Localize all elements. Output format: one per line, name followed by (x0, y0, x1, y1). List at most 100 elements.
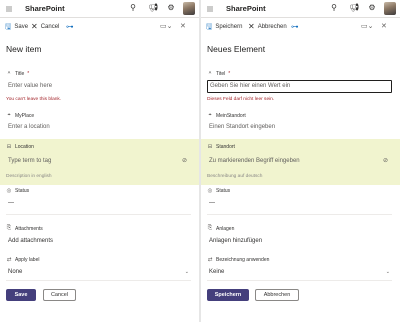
term-picker-icon[interactable]: ⊘ (383, 157, 388, 164)
location-icon: ⌖ (208, 112, 212, 118)
apply-label-text: Apply label (15, 256, 40, 263)
search-icon[interactable]: ⚲ (329, 3, 339, 13)
title-label-text: Titel (216, 70, 226, 77)
waffle-icon[interactable] (6, 6, 12, 12)
chevron-down-icon[interactable]: ⌄ (386, 269, 390, 275)
text-icon: ᴬ (208, 70, 212, 77)
title-input[interactable]: Enter value here (6, 80, 191, 93)
location-description: Beschreibung auf deutsch (207, 174, 263, 179)
app-name[interactable]: SharePoint (25, 4, 65, 13)
waffle-icon[interactable] (207, 6, 213, 12)
copy-link-command[interactable]: ⊶ (66, 22, 74, 32)
status-label-text: Status (15, 187, 30, 194)
location-label-text: Location (15, 143, 34, 150)
megaphone-icon[interactable]: 📢︎ (148, 3, 158, 13)
attachments-field-label: ⎘ Attachments (6, 225, 43, 232)
english-form-panel: SharePoint ⚲ 📢︎ ⚙ 🖫︎ Save ✕ Cancel ⊶ ▭⌄ … (0, 0, 199, 322)
cancel-command[interactable]: ✕ Abbrechen (248, 22, 287, 32)
divider (6, 280, 191, 281)
suite-bar: SharePoint ⚲ 📢︎ ⚙ (201, 0, 400, 18)
divider (6, 214, 191, 215)
status-value[interactable]: — (6, 197, 191, 210)
app-name[interactable]: SharePoint (226, 4, 266, 13)
required-marker: * (27, 70, 30, 77)
title-field-label: ᴬ Titel * (207, 70, 230, 77)
german-form-panel: SharePoint ⚲ 📢︎ ⚙ 🖫︎ Speichern ✕ Abbrech… (201, 0, 400, 322)
apply-label-field-label: ⇄ Apply label (6, 256, 40, 263)
avatar[interactable] (384, 2, 396, 15)
search-icon[interactable]: ⚲ (128, 3, 138, 13)
status-value[interactable]: — (207, 197, 392, 210)
copy-link-command[interactable]: ⊶ (291, 22, 299, 32)
save-command[interactable]: 🖫︎ Speichern (206, 22, 242, 32)
required-marker: * (228, 70, 231, 77)
save-command[interactable]: 🖫︎ Save (5, 22, 28, 32)
save-icon: 🖫︎ (5, 22, 12, 31)
save-button[interactable]: Speichern (207, 289, 249, 301)
close-icon[interactable]: ✕ (381, 22, 387, 32)
text-icon: ᴬ (7, 70, 11, 77)
status-label-text: Status (216, 187, 231, 194)
myplace-input[interactable]: Einen Standort eingeben (207, 121, 392, 134)
save-button[interactable]: Save (6, 289, 36, 301)
divider (207, 280, 392, 281)
myplace-field-label: ⌖ MeinStandort (207, 112, 246, 119)
link-icon: ⊶ (291, 22, 299, 31)
cancel-command[interactable]: ✕ Cancel (31, 22, 59, 32)
location-label-text: Standort (216, 143, 235, 150)
title-error: Dieses Feld darf nicht leer sein. (207, 97, 275, 102)
status-icon: ◎ (6, 187, 12, 194)
location-description: Description in english (6, 174, 52, 179)
myplace-field-label: ⌖ MyPlace (6, 112, 34, 119)
apply-label-field-label: ⇄ Bezeichnung anwenden (207, 256, 270, 263)
settings-icon[interactable]: ⚙ (367, 3, 377, 13)
location-icon: ⌖ (7, 112, 11, 118)
avatar[interactable] (183, 2, 195, 15)
apply-label-dropdown[interactable]: Keine (207, 266, 392, 279)
attachments-label-text: Attachments (15, 225, 43, 232)
term-picker-icon[interactable]: ⊘ (182, 157, 187, 164)
apply-label-icon: ⇄ (6, 256, 12, 263)
settings-icon[interactable]: ⚙ (166, 3, 176, 13)
attachments-label-text: Anlagen (216, 225, 235, 232)
command-bar: 🖫︎ Save ✕ Cancel ⊶ ▭⌄ ✕ (0, 18, 199, 36)
myplace-label-text: MyPlace (15, 112, 35, 119)
location-field-label: ⊟ Location (6, 143, 34, 150)
cancel-command-label: Cancel (40, 24, 60, 30)
myplace-label-text: MeinStandort (216, 112, 246, 119)
add-attachments-link[interactable]: Add attachments (6, 235, 191, 248)
attachment-icon: ⎘ (207, 225, 213, 231)
save-icon: 🖫︎ (206, 22, 213, 31)
cancel-command-label: Abbrechen (257, 24, 287, 30)
apply-label-text: Bezeichnung anwenden (216, 256, 270, 263)
close-icon[interactable]: ✕ (180, 22, 186, 32)
form-title: New item (6, 44, 42, 54)
command-bar: 🖫︎ Speichern ✕ Abbrechen ⊶ ▭⌄ ✕ (201, 18, 400, 36)
location-term-input[interactable]: Type term to tag (6, 155, 191, 168)
apply-label-dropdown[interactable]: None (6, 266, 191, 279)
status-field-label: ◎ Status (6, 187, 30, 194)
chevron-down-icon[interactable]: ⌄ (185, 269, 189, 275)
cancel-button[interactable]: Abbrechen (255, 289, 299, 301)
add-attachments-link[interactable]: Anlagen hinzufügen (207, 235, 392, 248)
tag-icon: ⊟ (6, 143, 12, 150)
myplace-input[interactable]: Enter a location (6, 121, 191, 134)
attachment-icon: ⎘ (6, 225, 12, 231)
megaphone-icon[interactable]: 📢︎ (349, 3, 359, 13)
title-error: You can't leave this blank. (6, 97, 62, 102)
view-icon[interactable]: ▭⌄ (160, 22, 172, 32)
cancel-button[interactable]: Cancel (43, 289, 76, 301)
title-label-text: Title (15, 70, 25, 77)
status-icon: ◎ (207, 187, 213, 194)
save-command-label: Speichern (215, 24, 243, 30)
location-term-input[interactable]: Zu markierenden Begriff eingeben (207, 155, 392, 168)
apply-label-icon: ⇄ (207, 256, 213, 263)
link-icon: ⊶ (66, 22, 74, 31)
location-field-label: ⊟ Standort (207, 143, 235, 150)
cancel-icon: ✕ (248, 22, 255, 31)
save-command-label: Save (14, 24, 29, 30)
title-input[interactable]: Geben Sie hier einen Wert ein (207, 80, 392, 93)
attachments-field-label: ⎘ Anlagen (207, 225, 235, 232)
view-icon[interactable]: ▭⌄ (361, 22, 373, 32)
divider (207, 214, 392, 215)
